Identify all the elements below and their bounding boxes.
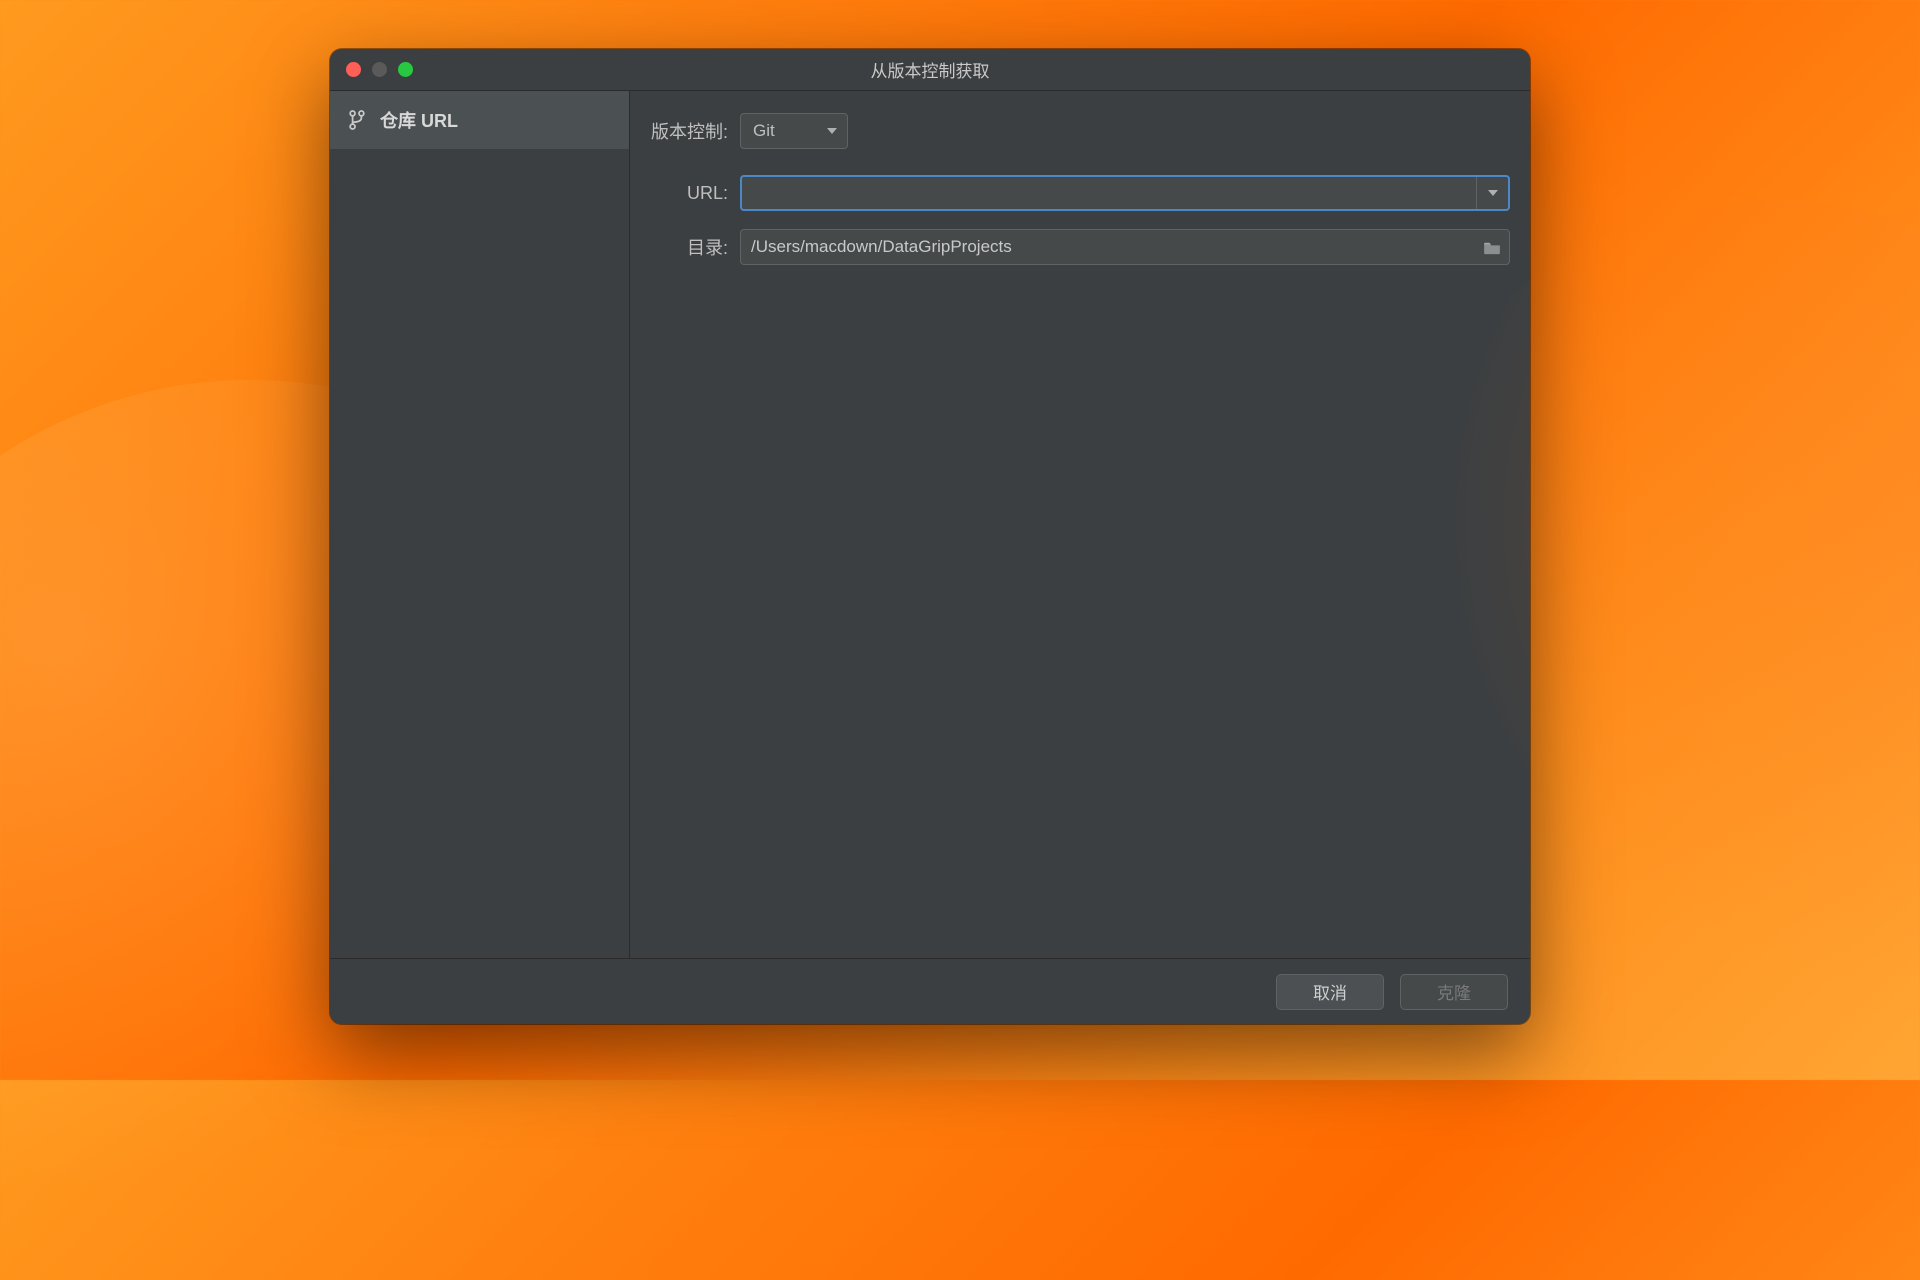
url-history-button[interactable] — [1476, 177, 1508, 209]
dialog-body: 仓库 URL 版本控制: Git URL: — [330, 91, 1530, 958]
get-from-vcs-dialog: 从版本控制获取 仓库 URL 版本控制: — [330, 49, 1530, 1024]
vcs-select[interactable]: Git — [740, 113, 848, 149]
url-label: URL: — [650, 183, 740, 204]
directory-field-wrapper — [740, 229, 1510, 265]
minimize-icon — [372, 62, 387, 77]
directory-row: 目录: — [650, 229, 1510, 265]
vcs-row: 版本控制: Git — [650, 113, 1510, 149]
window-controls — [346, 62, 413, 77]
browse-directory-button[interactable] — [1475, 230, 1509, 264]
zoom-icon[interactable] — [398, 62, 413, 77]
chevron-down-icon — [1488, 190, 1498, 196]
sidebar: 仓库 URL — [330, 91, 630, 958]
cancel-button[interactable]: 取消 — [1276, 974, 1384, 1010]
url-input[interactable] — [742, 177, 1476, 209]
folder-icon — [1483, 240, 1501, 254]
titlebar[interactable]: 从版本控制获取 — [330, 49, 1530, 91]
sidebar-item-repo-url[interactable]: 仓库 URL — [330, 91, 629, 149]
close-icon[interactable] — [346, 62, 361, 77]
directory-input[interactable] — [741, 237, 1475, 257]
vcs-label: 版本控制: — [650, 118, 740, 144]
window-title: 从版本控制获取 — [330, 57, 1530, 82]
main-panel: 版本控制: Git URL: 目录: — [630, 91, 1530, 958]
dialog-footer: 取消 克隆 — [330, 958, 1530, 1024]
directory-label: 目录: — [650, 234, 740, 260]
cancel-button-label: 取消 — [1313, 979, 1347, 1004]
sidebar-item-label: 仓库 URL — [380, 107, 458, 133]
vcs-select-value: Git — [753, 121, 775, 141]
clone-button[interactable]: 克隆 — [1400, 974, 1508, 1010]
url-combo — [740, 175, 1510, 211]
branch-icon — [348, 109, 366, 131]
chevron-down-icon — [827, 128, 837, 134]
url-row: URL: — [650, 175, 1510, 211]
clone-button-label: 克隆 — [1437, 979, 1471, 1004]
